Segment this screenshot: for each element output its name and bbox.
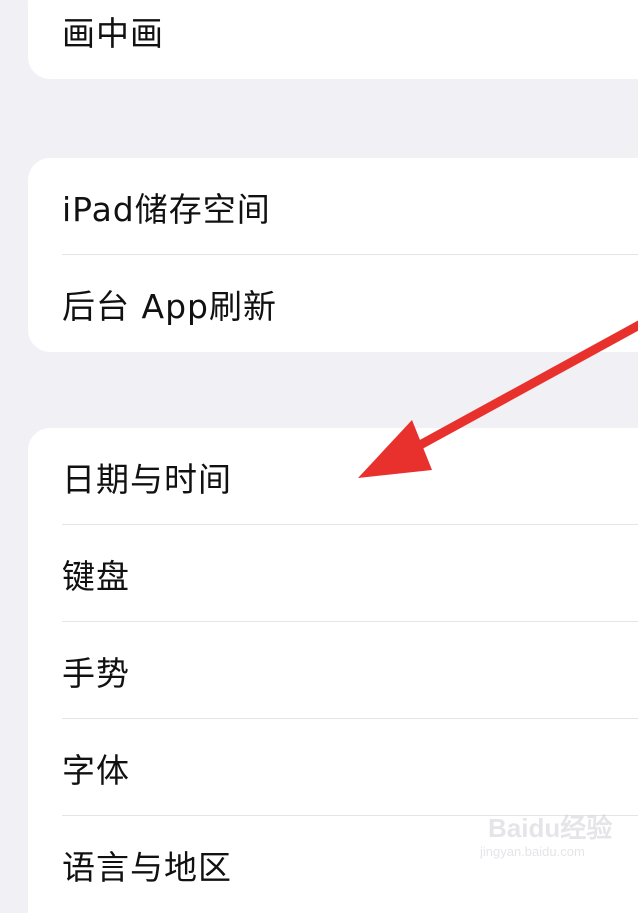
settings-row-label: 后台 App刷新	[62, 286, 277, 326]
settings-row-gestures[interactable]: 手势	[28, 622, 638, 719]
settings-row-label: 字体	[62, 750, 130, 790]
settings-row-label: 语言与地区	[62, 847, 232, 887]
settings-row-label: iPad储存空间	[62, 189, 271, 229]
settings-row-fonts[interactable]: 字体	[28, 719, 638, 816]
settings-row-keyboard[interactable]: 键盘	[28, 525, 638, 622]
settings-row-ipad-storage[interactable]: iPad储存空间	[28, 158, 638, 255]
settings-row-date-time[interactable]: 日期与时间	[28, 428, 638, 525]
settings-group-storage: iPad储存空间 后台 App刷新	[28, 158, 638, 352]
settings-row-language-region[interactable]: 语言与地区	[28, 816, 638, 913]
settings-row-picture-in-picture[interactable]: 画中画	[28, 0, 638, 79]
settings-row-background-app-refresh[interactable]: 后台 App刷新	[28, 255, 638, 352]
settings-row-label: 画中画	[62, 13, 164, 53]
settings-row-label: 手势	[62, 653, 130, 693]
settings-group-picture-in-picture: 画中画	[28, 0, 638, 79]
settings-row-label: 键盘	[62, 556, 130, 596]
settings-row-label: 日期与时间	[62, 459, 232, 499]
settings-group-general: 日期与时间 键盘 手势 字体 语言与地区	[28, 428, 638, 913]
